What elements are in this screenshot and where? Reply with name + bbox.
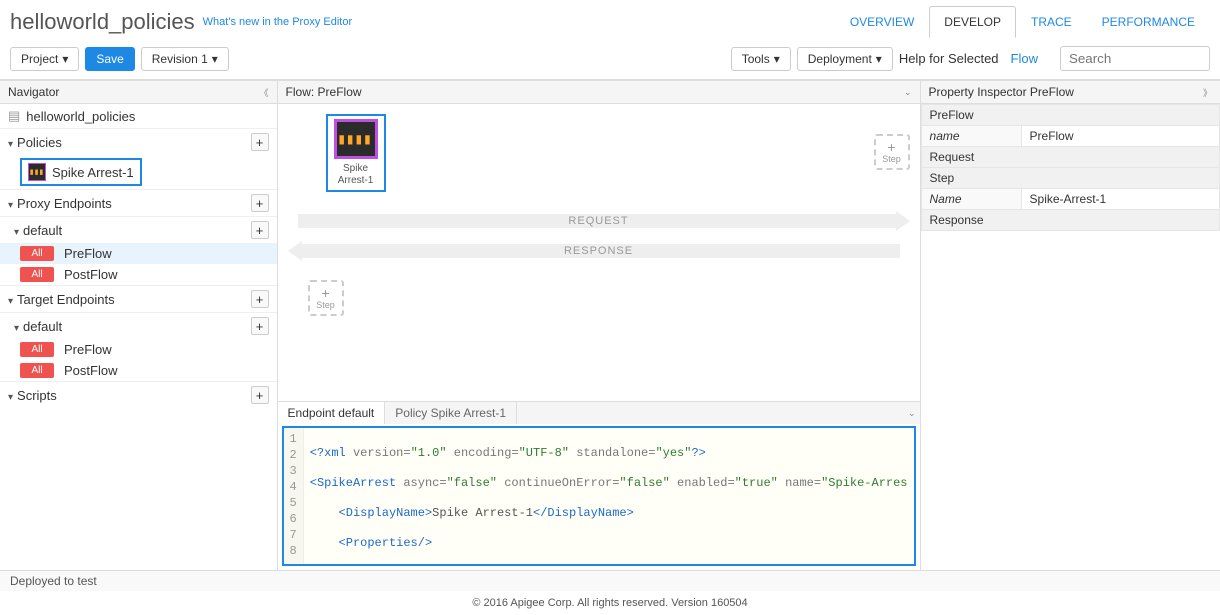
navigator-header: Navigator 《	[0, 80, 277, 104]
page-title: helloworld_policies	[10, 9, 195, 35]
all-badge: All	[20, 246, 54, 261]
plus-icon: +	[321, 286, 329, 300]
inspector-title: Property Inspector PreFlow	[929, 85, 1074, 99]
add-target-flow-button[interactable]: +	[251, 317, 269, 335]
inspector-table: PreFlow namePreFlow Request Step NameSpi…	[921, 104, 1220, 231]
insp-preflow-header: PreFlow	[921, 105, 1219, 126]
nav-proxy-endpoints[interactable]: Proxy Endpoints+	[0, 189, 277, 216]
code-editor[interactable]: 12345678 <?xml version="1.0" encoding="U…	[282, 426, 916, 566]
code-content: <?xml version="1.0" encoding="UTF-8" sta…	[304, 428, 914, 564]
inspector-header: Property Inspector PreFlow 》	[921, 80, 1220, 104]
main-tabs: OVERVIEW DEVELOP TRACE PERFORMANCE	[835, 6, 1210, 38]
tab-trace[interactable]: TRACE	[1016, 6, 1087, 38]
flow-canvas: Spike Arrest-1 +Step REQUEST RESPONSE +S…	[278, 104, 920, 401]
flow-title: Flow: PreFlow	[286, 85, 362, 99]
all-badge: All	[20, 267, 54, 282]
policy-spike-arrest[interactable]: Spike Arrest-1	[20, 158, 142, 186]
save-button[interactable]: Save	[85, 47, 134, 71]
chevron-down-icon	[8, 292, 17, 307]
nav-proxy-postflow[interactable]: AllPostFlow	[0, 264, 277, 285]
expand-icon[interactable]: ⌄	[908, 408, 916, 419]
nav-target-preflow[interactable]: AllPreFlow	[0, 339, 277, 360]
status-bar: Deployed to test	[0, 570, 1220, 591]
nav-target-endpoints[interactable]: Target Endpoints+	[0, 285, 277, 312]
code-gutter: 12345678	[284, 428, 304, 564]
code-tabs: Endpoint default Policy Spike Arrest-1 ⌄	[278, 401, 920, 424]
revision-button[interactable]: Revision 1▾	[141, 47, 229, 71]
help-flow-link[interactable]: Flow	[1011, 51, 1038, 66]
deployment-button[interactable]: Deployment▾	[797, 47, 893, 71]
nav-proxy-preflow[interactable]: AllPreFlow	[0, 243, 277, 264]
navigator-panel: Navigator 《 ▤helloworld_policies Policie…	[0, 80, 278, 570]
spike-arrest-icon	[334, 119, 378, 159]
nav-target-postflow[interactable]: AllPostFlow	[0, 360, 277, 381]
expand-icon[interactable]: 》	[1203, 86, 1212, 99]
code-tab-endpoint[interactable]: Endpoint default	[278, 402, 386, 424]
flow-step-spike-arrest[interactable]: Spike Arrest-1	[326, 114, 386, 192]
add-step-button[interactable]: +Step	[308, 280, 344, 316]
insp-step-name-label: Name	[921, 189, 1021, 210]
property-inspector: Property Inspector PreFlow 》 PreFlow name…	[921, 80, 1220, 570]
insp-name-value[interactable]: PreFlow	[1021, 126, 1219, 147]
insp-step-name-value[interactable]: Spike-Arrest-1	[1021, 189, 1219, 210]
add-target-endpoint-button[interactable]: +	[251, 290, 269, 308]
nav-policies[interactable]: Policies+	[0, 128, 277, 155]
tab-develop[interactable]: DEVELOP	[929, 6, 1016, 38]
help-label: Help for Selected	[899, 51, 999, 66]
chevron-down-icon	[14, 319, 23, 334]
plus-icon: +	[887, 140, 895, 154]
spike-arrest-icon	[28, 163, 46, 181]
insp-name-label: name	[921, 126, 1021, 147]
code-tab-policy[interactable]: Policy Spike Arrest-1	[385, 402, 517, 424]
nav-target-default[interactable]: default+	[0, 312, 277, 339]
flow-header: Flow: PreFlow ⌄	[278, 80, 920, 104]
add-flow-button[interactable]: +	[251, 221, 269, 239]
project-button[interactable]: Project▾	[10, 47, 79, 71]
add-policy-button[interactable]: +	[251, 133, 269, 151]
nav-root[interactable]: ▤helloworld_policies	[0, 104, 277, 128]
file-icon: ▤	[8, 108, 20, 124]
insp-request-header: Request	[921, 147, 1219, 168]
add-step-button[interactable]: +Step	[874, 134, 910, 170]
chevron-down-icon: ▾	[62, 52, 68, 66]
expand-icon[interactable]: ⌄	[904, 87, 912, 98]
add-proxy-endpoint-button[interactable]: +	[251, 194, 269, 212]
all-badge: All	[20, 342, 54, 357]
chevron-down-icon	[8, 388, 17, 403]
center-panel: Flow: PreFlow ⌄ Spike Arrest-1 +Step REQU…	[278, 80, 921, 570]
navigator-title: Navigator	[8, 85, 59, 99]
chevron-down-icon	[8, 196, 17, 211]
all-badge: All	[20, 363, 54, 378]
tab-performance[interactable]: PERFORMANCE	[1087, 6, 1210, 38]
chevron-down-icon: ▾	[774, 52, 780, 66]
tools-button[interactable]: Tools▾	[731, 47, 791, 71]
copyright: © 2016 Apigee Corp. All rights reserved.…	[0, 591, 1220, 615]
toolbar: Project▾ Save Revision 1▾ Tools▾ Deploym…	[0, 38, 1220, 80]
whats-new-link[interactable]: What's new in the Proxy Editor	[203, 16, 352, 28]
chevron-down-icon: ▾	[876, 52, 882, 66]
tab-overview[interactable]: OVERVIEW	[835, 6, 929, 38]
insp-response-header: Response	[921, 210, 1219, 231]
chevron-down-icon: ▾	[212, 52, 218, 66]
request-arrow: REQUEST	[298, 214, 900, 228]
search-input[interactable]	[1060, 46, 1210, 71]
nav-proxy-default[interactable]: default+	[0, 216, 277, 243]
nav-scripts[interactable]: Scripts+	[0, 381, 277, 408]
chevron-down-icon	[8, 135, 17, 150]
chevron-down-icon	[14, 223, 23, 238]
add-script-button[interactable]: +	[251, 386, 269, 404]
flow-step-label: Spike Arrest-1	[331, 163, 381, 187]
header: helloworld_policies What's new in the Pr…	[0, 0, 1220, 38]
response-arrow: RESPONSE	[298, 244, 900, 258]
collapse-icon[interactable]: 《	[260, 86, 269, 99]
insp-step-header: Step	[921, 168, 1219, 189]
